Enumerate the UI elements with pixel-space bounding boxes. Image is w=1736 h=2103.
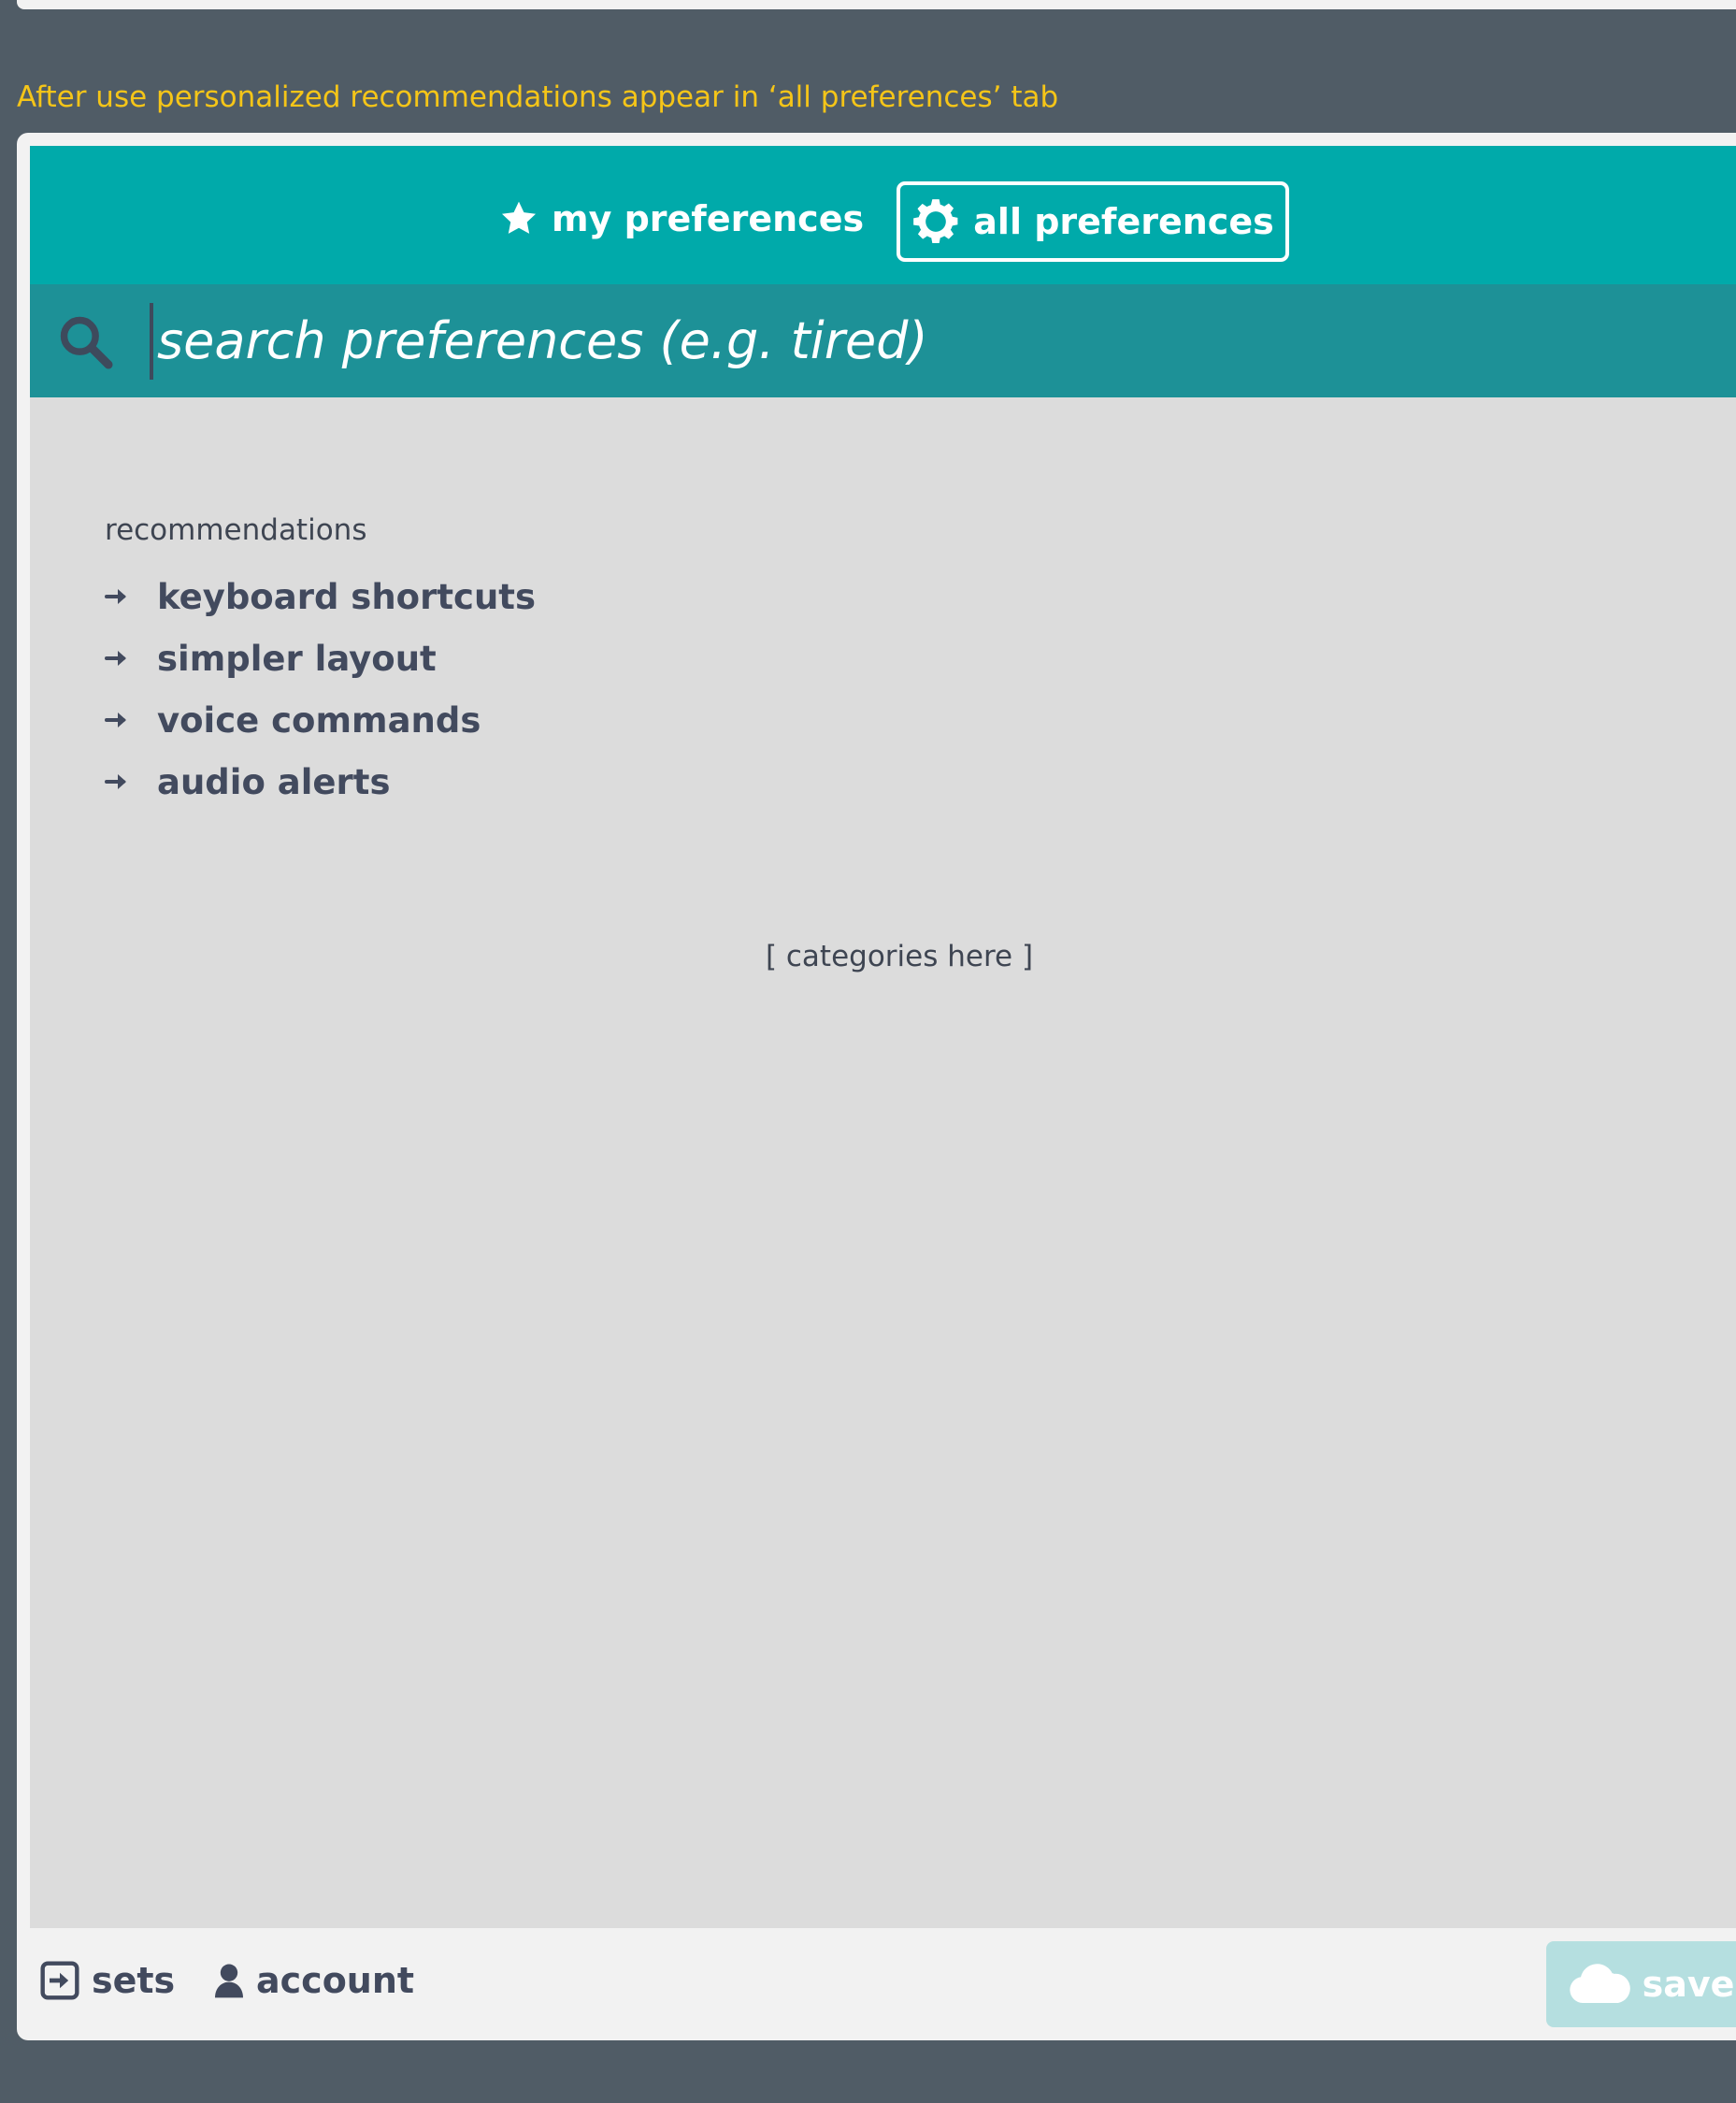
preferences-content: recommendations keyboard shortcuts simpl… — [30, 397, 1736, 1928]
tab-my-preferences[interactable]: my preferences — [499, 185, 864, 252]
recommendations-heading: recommendations — [105, 513, 367, 547]
tab-all-preferences[interactable]: all preferences — [897, 181, 1289, 262]
previous-panel-edge — [17, 0, 1736, 9]
preferences-panel: my preferences all preferences recommend… — [17, 133, 1736, 2040]
annotation-caption: After use personalized recommendations a… — [17, 80, 1059, 114]
arrow-right-icon — [105, 585, 140, 608]
recommendation-item[interactable]: voice commands — [105, 689, 536, 751]
user-icon — [215, 1964, 243, 1998]
recommendation-label: keyboard shortcuts — [157, 576, 537, 617]
recommendations-list: keyboard shortcuts simpler layout voice … — [105, 566, 536, 813]
arrow-right-icon — [105, 771, 140, 793]
arrow-right-icon — [105, 647, 140, 670]
cloud-check-icon — [1569, 1964, 1630, 2003]
sets-button[interactable]: sets — [39, 1960, 175, 2001]
categories-placeholder: [ categories here ] — [765, 940, 1034, 973]
recommendation-item[interactable]: audio alerts — [105, 751, 536, 813]
search-icon — [60, 316, 113, 369]
account-button[interactable]: account — [213, 1960, 414, 2001]
star-icon — [501, 201, 537, 234]
tab-header: my preferences all preferences — [30, 146, 1736, 284]
recommendation-label: simpler layout — [157, 638, 437, 679]
arrow-right-icon — [105, 709, 140, 731]
recommendation-item[interactable]: simpler layout — [105, 627, 536, 689]
save-label: save — [1642, 1964, 1735, 2005]
tab-all-preferences-label: all preferences — [973, 201, 1274, 242]
recommendation-label: voice commands — [157, 699, 481, 741]
recommendation-item[interactable]: keyboard shortcuts — [105, 566, 536, 627]
footer-bar: sets account save — [17, 1928, 1736, 2040]
tab-my-preferences-label: my preferences — [552, 198, 865, 239]
sets-label: sets — [92, 1960, 176, 2001]
gear-icon — [913, 199, 958, 243]
sign-in-icon — [40, 1961, 79, 2000]
recommendation-label: audio alerts — [157, 761, 391, 802]
search-input[interactable] — [151, 303, 1653, 378]
save-button[interactable]: save — [1546, 1941, 1736, 2027]
account-label: account — [256, 1960, 415, 2001]
search-bar — [30, 284, 1736, 397]
